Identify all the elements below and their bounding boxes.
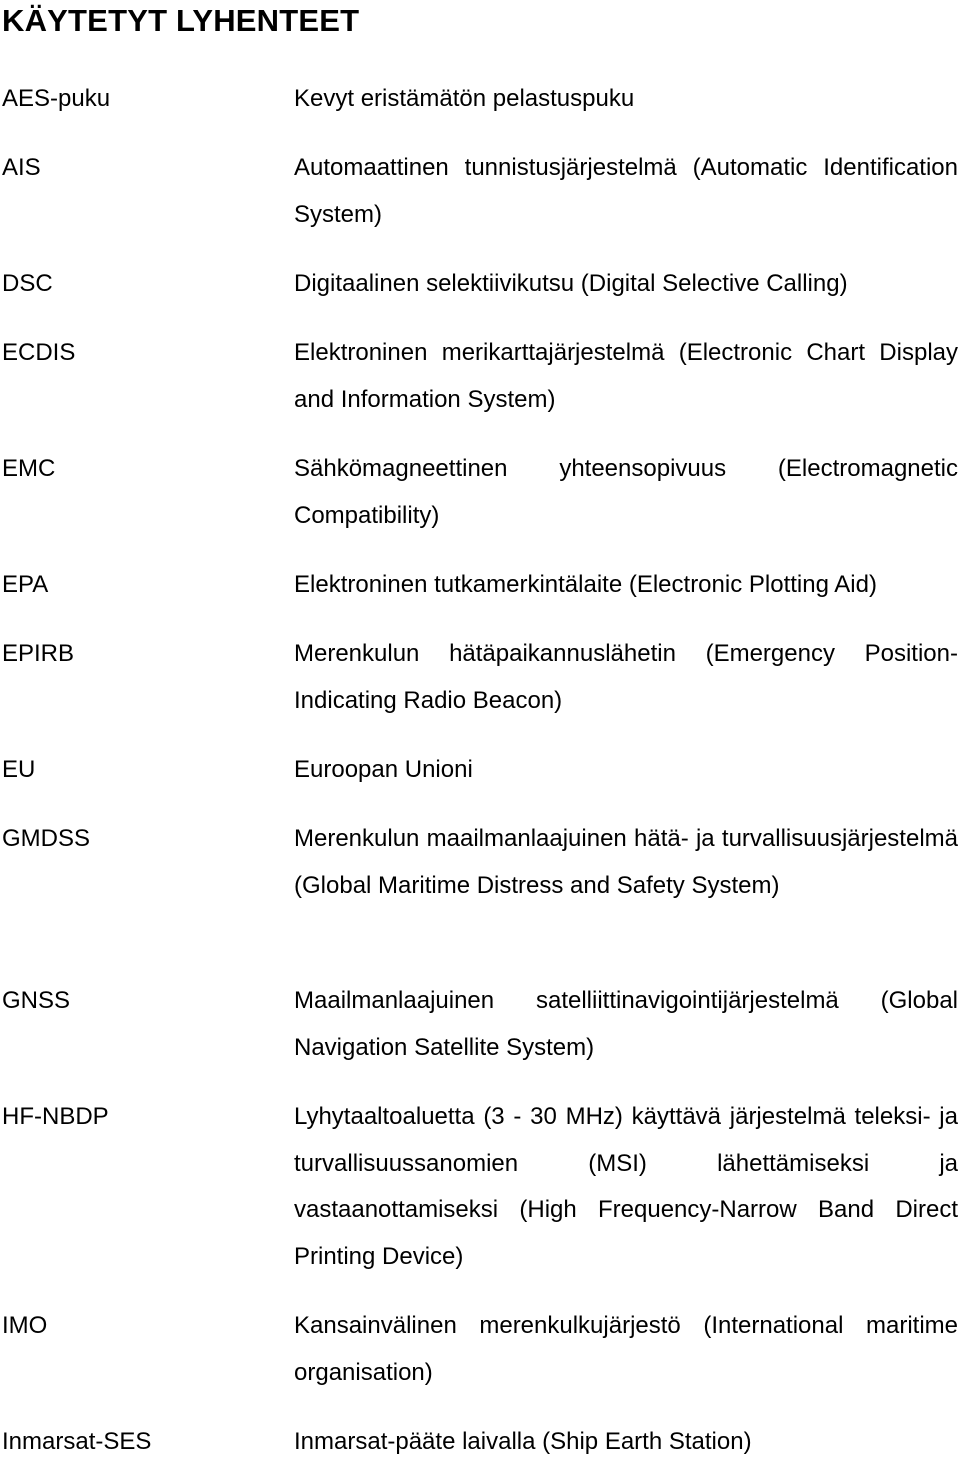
abbreviation: DSC xyxy=(2,270,53,297)
abbreviation: AIS xyxy=(2,154,41,181)
definition: Kansainvälinen merenkulkujärjestö (Inter… xyxy=(294,1312,958,1386)
abbreviation: GMDSS xyxy=(2,825,91,852)
definition: Inmarsat-pääte laivalla (Ship Earth Stat… xyxy=(294,1428,752,1455)
definition: Merenkulun hätäpaikannuslähetin (Emergen… xyxy=(294,640,958,714)
definition: Elektroninen tutkamerkintälaite (Electro… xyxy=(294,571,877,598)
abbreviation: EU xyxy=(2,756,36,783)
abbreviation: GNSS xyxy=(2,987,71,1014)
definition: Lyhytaaltoaluetta (3 - 30 MHz) käyttävä … xyxy=(294,1103,958,1270)
definition: Elektroninen merikarttajärjestelmä (Elec… xyxy=(294,339,958,413)
definition: Maailmanlaajuinen satelliittinavigointij… xyxy=(294,987,958,1061)
page-title: KÄYTETYT LYHENTEET xyxy=(2,3,360,38)
definition: Digitaalinen selektiivikutsu (Digital Se… xyxy=(294,270,848,297)
definition: Automaattinen tunnistusjärjestelmä (Auto… xyxy=(294,154,958,228)
abbreviation: HF-NBDP xyxy=(2,1103,109,1130)
abbreviation: Inmarsat-SES xyxy=(2,1428,152,1455)
abbreviation: AES-puku xyxy=(2,85,111,112)
definition: Merenkulun maailmanlaajuinen hätä- ja tu… xyxy=(294,825,958,899)
definition: Sähkömagneettinen yhteensopivuus (Electr… xyxy=(294,455,958,529)
abbreviation: EPIRB xyxy=(2,640,75,667)
abbreviation: ECDIS xyxy=(2,339,76,366)
abbreviation: IMO xyxy=(2,1312,48,1339)
definition: Kevyt eristämätön pelastuspuku xyxy=(294,85,635,112)
definition: Euroopan Unioni xyxy=(294,756,473,783)
abbreviation: EPA xyxy=(2,571,49,598)
abbreviation: EMC xyxy=(2,455,56,482)
